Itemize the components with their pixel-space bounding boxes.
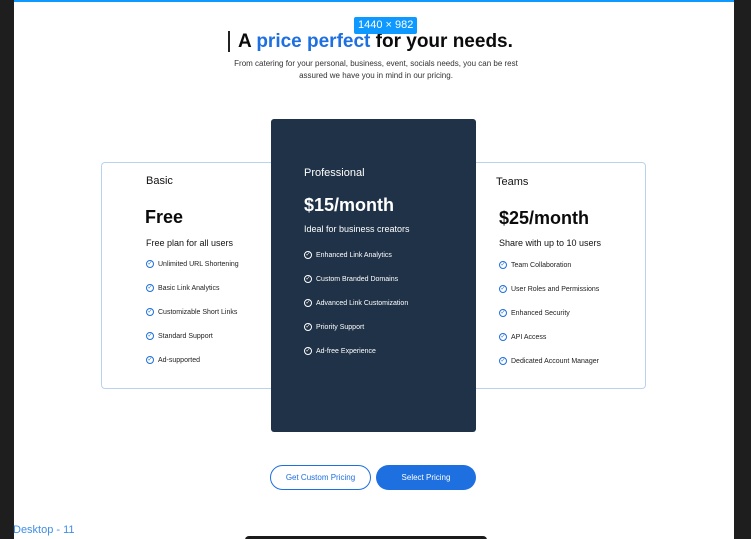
feature-item: ✓ Team Collaboration <box>499 261 571 269</box>
feature-item: ✓ Enhanced Security <box>499 309 570 317</box>
check-circle-icon: ✓ <box>146 332 154 340</box>
check-circle-icon: ✓ <box>146 260 154 268</box>
plan-card-teams[interactable]: Teams $25/month Share with up to 10 user… <box>474 162 646 389</box>
plan-price: Free <box>145 207 184 227</box>
feature-label: API Access <box>511 333 547 341</box>
feature-item: ✓ Advanced Link Customization <box>304 299 408 307</box>
feature-item: ✓ Custom Branded Domains <box>304 275 398 283</box>
title-prefix: A <box>238 31 252 52</box>
check-circle-icon: ✓ <box>304 275 312 283</box>
check-circle-icon: ✓ <box>304 347 312 355</box>
feature-label: Enhanced Security <box>511 309 570 317</box>
frame-label: Desktop - 11 <box>13 524 75 536</box>
check-circle-icon: ✓ <box>304 299 312 307</box>
plan-name: Professional <box>304 167 365 179</box>
feature-item: ✓ API Access <box>499 333 546 341</box>
feature-label: Enhanced Link Analytics <box>316 251 392 259</box>
plan-name: Teams <box>496 176 529 188</box>
feature-label: Team Collaboration <box>511 261 572 269</box>
get-custom-pricing-button[interactable]: Get Custom Pricing <box>270 465 371 490</box>
feature-item: ✓ User Roles and Permissions <box>499 285 599 293</box>
dimensions-badge: 1440 × 982 <box>354 17 418 34</box>
feature-item: ✓ Priority Support <box>304 323 364 331</box>
select-pricing-button[interactable]: Select Pricing <box>376 465 476 490</box>
feature-label: Basic Link Analytics <box>158 284 220 292</box>
feature-item: ✓ Dedicated Account Manager <box>499 357 599 365</box>
title-suffix: for your needs. <box>375 31 513 52</box>
check-circle-icon: ✓ <box>499 333 507 341</box>
check-circle-icon: ✓ <box>499 357 507 365</box>
feature-item: ✓ Standard Support <box>146 332 213 340</box>
feature-label: Dedicated Account Manager <box>511 357 599 365</box>
plan-description: Share with up to 10 users <box>499 238 602 248</box>
check-circle-icon: ✓ <box>146 308 154 316</box>
feature-item: ✓ Basic Link Analytics <box>146 284 219 292</box>
plan-card-professional[interactable]: Professional $15/month Ideal for busines… <box>271 119 476 432</box>
plan-description: Free plan for all users <box>146 238 234 248</box>
desktop-frame: 1440 × 982 A price perfect for your need… <box>14 0 734 539</box>
title-accent: price perfect <box>256 31 371 52</box>
feature-item: ✓ Ad-free Experience <box>304 347 376 355</box>
feature-item: ✓ Unlimited URL Shortening <box>146 260 239 268</box>
feature-item: ✓ Ad-supported <box>146 356 200 364</box>
check-circle-icon: ✓ <box>146 284 154 292</box>
feature-label: Advanced Link Customization <box>316 299 409 307</box>
feature-label: Ad-supported <box>158 356 201 364</box>
feature-label: Customizable Short Links <box>158 308 238 316</box>
plan-price: $25/month <box>499 208 590 228</box>
plan-name: Basic <box>146 175 173 187</box>
feature-label: Custom Branded Domains <box>316 275 399 283</box>
feature-item: ✓ Customizable Short Links <box>146 308 237 316</box>
feature-label: User Roles and Permissions <box>511 285 600 293</box>
check-circle-icon: ✓ <box>146 356 154 364</box>
check-circle-icon: ✓ <box>499 285 507 293</box>
page-title: A price perfect for your needs. <box>238 31 513 53</box>
feature-label: Standard Support <box>158 332 213 340</box>
feature-label: Ad-free Experience <box>316 347 376 355</box>
check-circle-icon: ✓ <box>499 261 507 269</box>
page-subtitle: From catering for your personal, busines… <box>234 59 518 80</box>
check-circle-icon: ✓ <box>304 251 312 259</box>
text-cursor <box>228 31 230 52</box>
feature-label: Unlimited URL Shortening <box>158 260 239 268</box>
plan-description: Ideal for business creators <box>304 224 410 234</box>
check-circle-icon: ✓ <box>304 323 312 331</box>
plan-price: $15/month <box>304 195 395 215</box>
feature-label: Priority Support <box>316 323 365 331</box>
check-circle-icon: ✓ <box>499 309 507 317</box>
feature-item: ✓ Enhanced Link Analytics <box>304 251 392 259</box>
plan-card-basic[interactable]: Basic Free Free plan for all users ✓ Unli… <box>101 162 273 389</box>
